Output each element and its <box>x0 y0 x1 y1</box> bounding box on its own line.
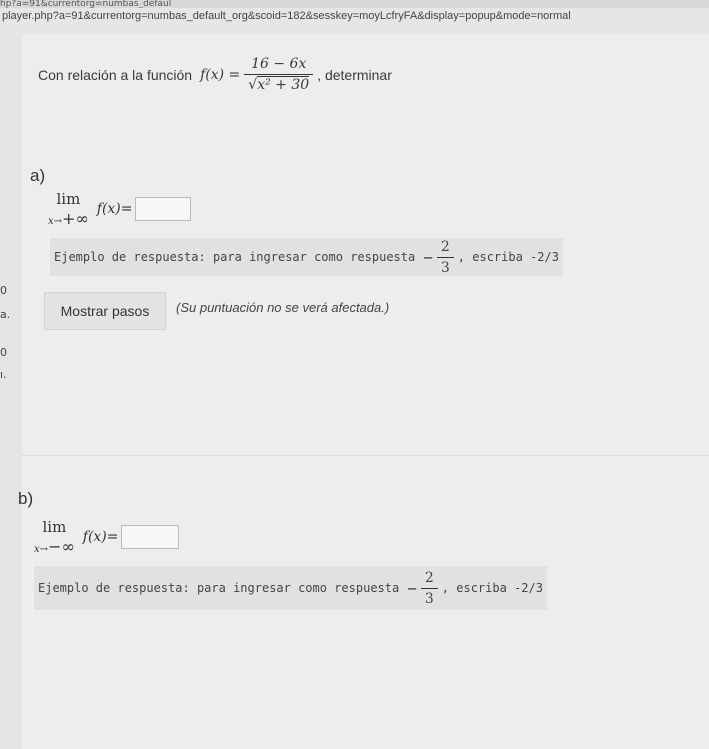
hint-fraction: 2 3 <box>436 239 454 276</box>
part-a-limit: lim x→+∞ f(x) = <box>48 190 191 228</box>
function-fraction: 16 − 6x √x² + 30 <box>244 56 314 93</box>
hint-text: Ejemplo de respuesta: para ingresar como… <box>38 581 400 595</box>
part-b-equals: = <box>106 529 119 545</box>
left-strip-item: ı. <box>0 368 7 381</box>
function-radicand: x² + 30 <box>257 76 310 93</box>
hint-fraction: 2 3 <box>420 570 438 607</box>
part-a-label: a) <box>30 166 46 185</box>
steps-note: (Su puntuación no se verá afectada.) <box>176 300 390 315</box>
part-a-hint: Ejemplo de respuesta: para ingresar como… <box>50 238 563 276</box>
part-b-lim-operator: lim x→−∞ <box>34 518 75 556</box>
hint-minus: − <box>423 247 433 267</box>
browser-address-bar[interactable]: hp?a=91&currentorg=numbas_defaul player.… <box>0 0 709 35</box>
previous-url-fragment: hp?a=91&currentorg=numbas_defaul <box>0 0 709 8</box>
function-numerator: 16 − 6x <box>251 56 307 72</box>
left-strip-item: a. <box>0 308 11 321</box>
show-steps-button[interactable]: Mostrar pasos <box>44 292 166 330</box>
question-prompt: Con relación a la función <box>38 66 193 83</box>
question-suffix: , determinar <box>317 66 392 83</box>
part-b-answer-input[interactable] <box>120 525 179 549</box>
lim-subscript: x→−∞ <box>34 537 75 556</box>
function-name: f(x) = <box>200 66 241 83</box>
divider <box>22 455 709 456</box>
part-a-equals: = <box>120 201 133 217</box>
part-b-fx: f(x) <box>82 529 107 545</box>
part-a-lim-operator: lim x→+∞ <box>48 190 89 228</box>
hint-suffix: , escriba -2/3 <box>457 250 559 264</box>
hint-minus: − <box>407 578 417 598</box>
part-a-answer-input[interactable] <box>134 197 191 221</box>
part-b-hint: Ejemplo de respuesta: para ingresar como… <box>34 566 547 610</box>
lim-word: lim <box>56 190 81 208</box>
part-a-fx: f(x) <box>96 201 121 217</box>
lim-subscript: x→+∞ <box>48 209 89 228</box>
part-b-label: b) <box>18 489 34 508</box>
left-strip: 0 a. 0 ı. <box>0 34 22 749</box>
lim-word: lim <box>42 518 67 536</box>
left-strip-item: 0 <box>0 346 7 359</box>
part-b-limit: lim x→−∞ f(x) = <box>34 518 179 556</box>
address-url[interactable]: player.php?a=91&currentorg=numbas_defaul… <box>2 10 571 22</box>
question-page <box>22 34 709 749</box>
question-statement: Con relación a la función f(x) = 16 − 6x… <box>38 56 392 93</box>
left-strip-item: 0 <box>0 284 7 297</box>
hint-text: Ejemplo de respuesta: para ingresar como… <box>54 250 416 264</box>
function-denominator: √x² + 30 <box>244 74 314 93</box>
hint-suffix: , escriba -2/3 <box>441 581 543 595</box>
